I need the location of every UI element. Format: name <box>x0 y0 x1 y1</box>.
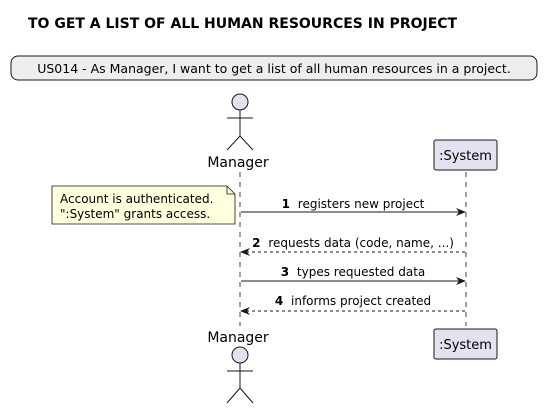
system-participant-bottom: :System <box>433 328 498 360</box>
message-1: 1 registers new project <box>241 197 466 216</box>
message-3-text: types requested data <box>297 265 425 279</box>
svg-text:4 informs project create: 4 informs project created <box>275 294 431 308</box>
svg-text:3 types requested data: 3 types requested data <box>281 265 426 279</box>
sequence-diagram: TO GET A LIST OF ALL HUMAN RESOURCES IN … <box>10 16 538 404</box>
manager-label-top: Manager <box>207 155 269 171</box>
message-1-number: 1 <box>282 197 290 211</box>
manager-actor-bottom: Manager <box>207 330 269 404</box>
manager-label-bottom: Manager <box>207 330 269 346</box>
user-story-text: US014 - As Manager, I want to get a list… <box>37 61 511 76</box>
note-line-1: Account is authenticated. <box>60 192 213 206</box>
message-4: 4 informs project created <box>240 294 465 315</box>
message-4-number: 4 <box>275 294 283 308</box>
message-2: 2 requests data (code, name, ...) <box>240 236 465 256</box>
message-1-text: registers new project <box>298 197 425 211</box>
note-line-2: ":System" grants access. <box>60 207 210 221</box>
system-label-bottom: :System <box>439 338 492 353</box>
user-story-banner: US014 - As Manager, I want to get a list… <box>10 55 538 81</box>
authentication-note: Account is authenticated. ":System" gran… <box>51 185 236 225</box>
svg-text:2 requests data (code, n: 2 requests data (code, name, ...) <box>252 236 454 250</box>
message-4-text: informs project created <box>291 294 431 308</box>
stick-figure-icon <box>226 93 254 151</box>
system-label-top: :System <box>439 149 492 164</box>
svg-text:1 registers new project: 1 registers new project <box>282 197 425 211</box>
diagram-title: TO GET A LIST OF ALL HUMAN RESOURCES IN … <box>28 16 458 32</box>
stick-figure-icon <box>226 346 254 404</box>
message-2-number: 2 <box>252 236 260 250</box>
message-2-text: requests data (code, name, ...) <box>268 236 454 250</box>
manager-actor-top: Manager <box>207 93 269 171</box>
message-3-number: 3 <box>281 265 289 279</box>
message-3: 3 types requested data <box>241 265 466 285</box>
system-participant-top: :System <box>433 139 498 171</box>
